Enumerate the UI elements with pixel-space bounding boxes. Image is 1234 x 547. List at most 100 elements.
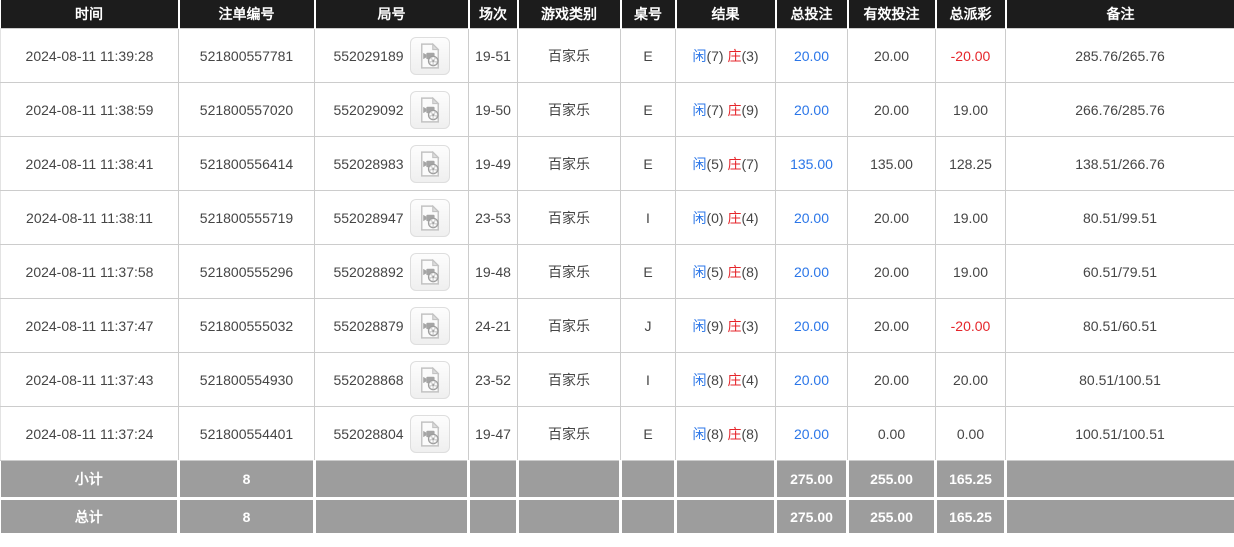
player-score: (7) — [706, 48, 727, 64]
grandtotal-label: 总计 — [1, 499, 179, 534]
cell-session: 19-49 — [469, 137, 518, 191]
banker-label: 庄 — [727, 156, 741, 172]
cell-payout: -20.00 — [936, 299, 1006, 353]
round-number-text: 552028983 — [333, 156, 403, 172]
video-file-icon — [419, 151, 441, 177]
table-body: 2024-08-11 11:39:28521800557781552029189… — [1, 29, 1234, 461]
cell-round-number: 552028868 — [315, 353, 469, 407]
round-number-wrap: 552028804 — [333, 415, 449, 453]
cell-session: 19-50 — [469, 83, 518, 137]
cell-valid-bet: 20.00 — [848, 299, 936, 353]
column-header-total-bet: 总投注 — [776, 0, 848, 29]
table-row: 2024-08-11 11:38:59521800557020552029092… — [1, 83, 1234, 137]
grandtotal-empty-result — [676, 499, 776, 534]
cell-payout: 0.00 — [936, 407, 1006, 461]
subtotal-empty-game-type — [518, 461, 621, 499]
subtotal-payout: 165.25 — [936, 461, 1006, 499]
round-number-text: 552029189 — [333, 48, 403, 64]
cell-order-number: 521800555296 — [179, 245, 315, 299]
cell-total-bet[interactable]: 135.00 — [776, 137, 848, 191]
cell-total-bet[interactable]: 20.00 — [776, 245, 848, 299]
banker-score: (3) — [741, 48, 758, 64]
player-score: (7) — [706, 102, 727, 118]
cell-total-bet[interactable]: 20.00 — [776, 29, 848, 83]
video-replay-button[interactable] — [410, 91, 450, 129]
cell-round-number: 552028947 — [315, 191, 469, 245]
cell-total-bet[interactable]: 20.00 — [776, 353, 848, 407]
column-header-table-no: 桌号 — [621, 0, 676, 29]
video-replay-button[interactable] — [410, 253, 450, 291]
grandtotal-payout: 165.25 — [936, 499, 1006, 534]
grandtotal-empty-remark — [1006, 499, 1234, 534]
round-number-wrap: 552028983 — [333, 145, 449, 183]
video-replay-button[interactable] — [410, 37, 450, 75]
cell-result: 闲(7) 庄(9) — [676, 83, 776, 137]
cell-session: 24-21 — [469, 299, 518, 353]
video-replay-button[interactable] — [410, 307, 450, 345]
column-header-order-no: 注单编号 — [179, 0, 315, 29]
banker-score: (9) — [741, 102, 758, 118]
cell-order-number: 521800557020 — [179, 83, 315, 137]
grandtotal-total-bet: 275.00 — [776, 499, 848, 534]
cell-round-number: 552028892 — [315, 245, 469, 299]
grandtotal-valid-bet: 255.00 — [848, 499, 936, 534]
cell-remark: 266.76/285.76 — [1006, 83, 1234, 137]
round-number-wrap: 552028947 — [333, 199, 449, 237]
cell-session: 19-48 — [469, 245, 518, 299]
cell-game-type: 百家乐 — [518, 245, 621, 299]
player-score: (9) — [706, 318, 727, 334]
video-replay-button[interactable] — [410, 361, 450, 399]
cell-result: 闲(8) 庄(4) — [676, 353, 776, 407]
table-row: 2024-08-11 11:37:58521800555296552028892… — [1, 245, 1234, 299]
cell-remark: 100.51/100.51 — [1006, 407, 1234, 461]
video-file-icon — [419, 259, 441, 285]
video-replay-button[interactable] — [410, 199, 450, 237]
table-row: 2024-08-11 11:37:43521800554930552028868… — [1, 353, 1234, 407]
cell-time: 2024-08-11 11:38:11 — [1, 191, 179, 245]
cell-total-bet[interactable]: 20.00 — [776, 191, 848, 245]
cell-session: 19-51 — [469, 29, 518, 83]
cell-game-type: 百家乐 — [518, 353, 621, 407]
column-header-valid-bet: 有效投注 — [848, 0, 936, 29]
video-file-icon — [419, 43, 441, 69]
cell-table-number: E — [621, 29, 676, 83]
subtotal-label: 小计 — [1, 461, 179, 499]
cell-valid-bet: 20.00 — [848, 245, 936, 299]
cell-total-bet[interactable]: 20.00 — [776, 299, 848, 353]
table-header-row: 时间 注单编号 局号 场次 游戏类别 桌号 结果 总投注 有效投注 总派彩 备注 — [1, 0, 1234, 29]
cell-payout: -20.00 — [936, 29, 1006, 83]
cell-total-bet[interactable]: 20.00 — [776, 83, 848, 137]
banker-score: (8) — [741, 264, 758, 280]
round-number-text: 552029092 — [333, 102, 403, 118]
banker-score: (8) — [741, 426, 758, 442]
cell-result: 闲(0) 庄(4) — [676, 191, 776, 245]
cell-game-type: 百家乐 — [518, 407, 621, 461]
video-file-icon — [419, 205, 441, 231]
table-footer: 小计8275.00255.00165.25总计8275.00255.00165.… — [1, 461, 1234, 534]
cell-session: 23-53 — [469, 191, 518, 245]
cell-remark: 138.51/266.76 — [1006, 137, 1234, 191]
player-label: 闲 — [692, 426, 706, 442]
cell-result: 闲(5) 庄(7) — [676, 137, 776, 191]
cell-round-number: 552029189 — [315, 29, 469, 83]
cell-time: 2024-08-11 11:37:43 — [1, 353, 179, 407]
round-number-wrap: 552029189 — [333, 37, 449, 75]
cell-total-bet[interactable]: 20.00 — [776, 407, 848, 461]
cell-payout: 19.00 — [936, 191, 1006, 245]
column-header-remark: 备注 — [1006, 0, 1234, 29]
cell-game-type: 百家乐 — [518, 29, 621, 83]
video-file-icon — [419, 97, 441, 123]
subtotal-valid-bet: 255.00 — [848, 461, 936, 499]
player-label: 闲 — [692, 372, 706, 388]
cell-session: 23-52 — [469, 353, 518, 407]
bet-records-table: 时间 注单编号 局号 场次 游戏类别 桌号 结果 总投注 有效投注 总派彩 备注… — [0, 0, 1234, 533]
subtotal-empty-round — [315, 461, 469, 499]
cell-valid-bet: 20.00 — [848, 353, 936, 407]
banker-label: 庄 — [727, 210, 741, 226]
cell-table-number: I — [621, 191, 676, 245]
round-number-text: 552028868 — [333, 372, 403, 388]
video-replay-button[interactable] — [410, 145, 450, 183]
cell-round-number: 552028983 — [315, 137, 469, 191]
video-replay-button[interactable] — [410, 415, 450, 453]
banker-label: 庄 — [727, 264, 741, 280]
